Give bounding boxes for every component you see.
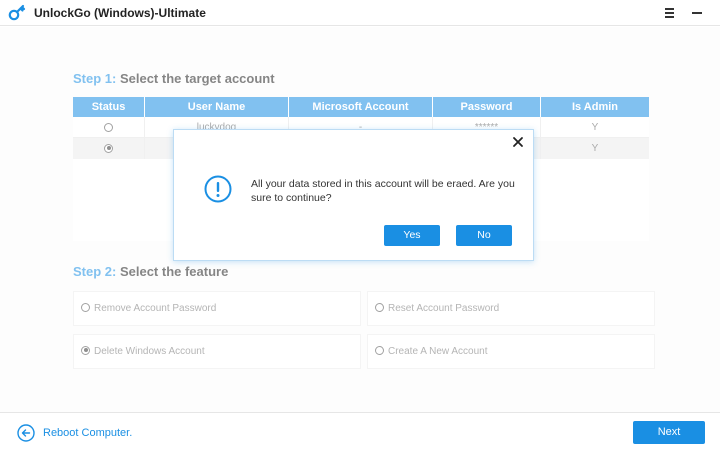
app-logo-icon xyxy=(8,4,26,21)
window-title: UnlockGo (Windows)-Ultimate xyxy=(34,6,206,20)
hamburger-menu-icon[interactable] xyxy=(660,3,678,21)
dialog-message: All your data stored in this account wil… xyxy=(251,178,515,204)
title-bar: UnlockGo (Windows)-Ultimate xyxy=(0,0,720,26)
exclamation-circle-icon xyxy=(204,175,232,203)
no-button[interactable]: No xyxy=(456,225,512,246)
reboot-computer-link[interactable]: Reboot Computer. xyxy=(43,427,132,439)
minimize-icon[interactable] xyxy=(688,3,706,21)
next-button[interactable]: Next xyxy=(633,421,705,444)
arrow-left-circle-icon[interactable] xyxy=(17,424,35,442)
footer-bar: Reboot Computer. Next xyxy=(0,412,720,450)
confirm-dialog: All your data stored in this account wil… xyxy=(173,129,534,261)
yes-button[interactable]: Yes xyxy=(384,225,440,246)
close-x-icon[interactable] xyxy=(512,136,524,148)
